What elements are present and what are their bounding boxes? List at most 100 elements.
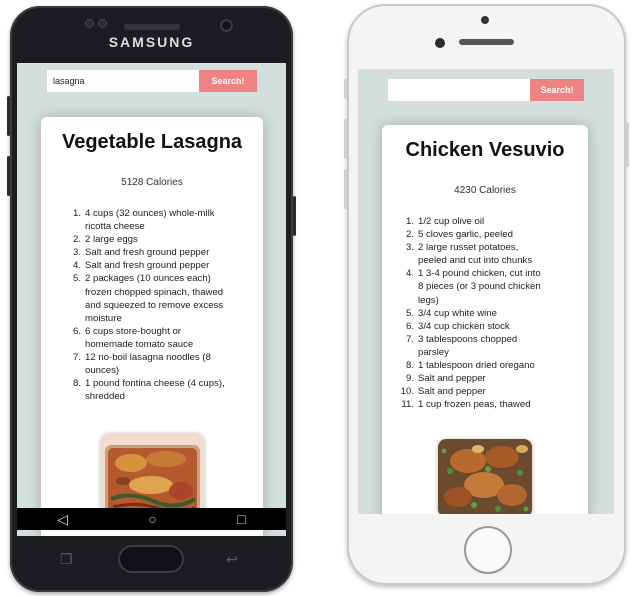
- ingredient-number: 4.: [72, 260, 81, 272]
- search-input[interactable]: [388, 79, 530, 101]
- samsung-phone: SAMSUNG Search! Vegetable Lasagna 5128 C…: [7, 6, 296, 592]
- iphone: Search! Chicken Vesuvio 4230 Calories 1.…: [344, 4, 629, 585]
- ingredient-text: 1/2 cup olive oil: [418, 216, 485, 227]
- search-bar: Search!: [47, 70, 257, 92]
- ingredient-item: 1. 1/2 cup olive oil: [390, 215, 546, 228]
- volume-button: [7, 156, 10, 196]
- ingredient-text: 1 3-4 pound chicken, cut into 8 pieces (…: [418, 268, 541, 306]
- ingredient-text: 4 cups (32 ounces) whole-milk ricotta ch…: [85, 208, 215, 233]
- ingredient-number: 4.: [405, 268, 414, 280]
- recipe-image: [438, 439, 532, 514]
- ingredient-number: 7.: [72, 352, 81, 364]
- recipe-card: Chicken Vesuvio 4230 Calories 1. 1/2 cup …: [382, 125, 588, 514]
- phone-screen: Search! Chicken Vesuvio 4230 Calories 1.…: [358, 69, 614, 514]
- ingredient-number: 11.: [401, 399, 414, 411]
- ingredient-number: 6.: [72, 325, 81, 337]
- ingredient-number: 8.: [72, 378, 81, 390]
- brand-logo: SAMSUNG: [108, 34, 195, 50]
- ingredient-item: 7. 3 tablespoons chopped parsley: [390, 333, 546, 359]
- front-camera: [435, 38, 445, 48]
- ingredient-text: Salt and pepper: [418, 373, 486, 385]
- ingredient-item: 6. 6 cups store-bought or homemade tomato…: [57, 325, 227, 351]
- chicken-vesuvio-image: [438, 439, 532, 514]
- search-button[interactable]: Search!: [199, 70, 257, 92]
- earpiece-speaker: [124, 24, 180, 30]
- ingredient-item: 6. 3/4 cup chicken stock: [390, 320, 546, 333]
- recent-apps-softkey-icon: ❐: [60, 551, 73, 567]
- recents-icon[interactable]: □: [237, 511, 245, 527]
- ingredient-list: 1. 4 cups (32 ounces) whole-milk ricotta …: [41, 207, 227, 403]
- ingredient-item: 5. 2 packages (10 ounces each) frozen cho…: [57, 272, 227, 324]
- ingredient-text: 6 cups store-bought or homemade tomato s…: [85, 325, 194, 350]
- ingredient-text: 3/4 cup chicken stock: [418, 320, 510, 332]
- back-softkey-icon: ↩: [226, 551, 238, 567]
- ingredient-item: 3. 2 large russet potatoes, peeled and cu…: [390, 241, 546, 267]
- ingredient-item: 2. 2 large eggs: [57, 233, 227, 246]
- proximity-sensor: [481, 16, 489, 24]
- ingredient-number: 7.: [405, 333, 414, 345]
- phone-screen: Search! Vegetable Lasagna 5128 Calories …: [17, 63, 286, 536]
- calories-label: 4230 Calories: [454, 185, 516, 196]
- ingredient-number: 8.: [405, 360, 414, 372]
- search-button[interactable]: Search!: [530, 79, 584, 101]
- ingredient-text: 5 cloves garlic, peeled: [418, 229, 513, 241]
- ingredient-text: 3 tablespoons chopped parsley: [418, 333, 518, 358]
- ingredient-number: 2.: [405, 229, 414, 241]
- mute-switch: [344, 79, 347, 99]
- ingredient-item: 10. Salt and pepper: [390, 385, 546, 398]
- ingredient-number: 1.: [72, 208, 81, 219]
- ingredient-item: 7. 12 no-boil lasagna noodles (8 ounces): [57, 351, 227, 377]
- power-button: [293, 196, 296, 236]
- ingredient-item: 5. 3/4 cup white wine: [390, 307, 546, 320]
- proximity-sensor: [85, 19, 94, 28]
- ingredient-text: 2 large russet potatoes, peeled and cut …: [418, 242, 533, 267]
- ingredient-text: 1 tablespoon dried oregano: [418, 360, 535, 372]
- ingredient-number: 3.: [405, 242, 414, 254]
- power-button: [626, 122, 629, 167]
- ingredient-text: 12 no-boil lasagna noodles (8 ounces): [85, 352, 211, 377]
- ingredient-list: 1. 1/2 cup olive oil 2. 5 cloves garlic, pe…: [382, 215, 546, 411]
- ingredient-item: 4. Salt and fresh ground pepper: [57, 259, 227, 272]
- back-icon[interactable]: ◁: [57, 511, 68, 528]
- ingredient-item: 1. 4 cups (32 ounces) whole-milk ricotta …: [57, 207, 227, 233]
- recipe-title: Vegetable Lasagna: [61, 131, 243, 153]
- ingredient-item: 2. 5 cloves garlic, peeled: [390, 228, 546, 241]
- ingredient-text: 1 cup frozen peas, thawed: [418, 399, 531, 411]
- ingredient-number: 6.: [405, 320, 414, 332]
- search-input[interactable]: [47, 70, 199, 92]
- ingredient-text: 1 pound fontina cheese (4 cups), shredde…: [85, 378, 225, 403]
- ingredient-text: Salt and pepper: [418, 386, 486, 398]
- recipe-card: Vegetable Lasagna 5128 Calories 1. 4 cups…: [41, 117, 263, 536]
- earpiece-speaker: [459, 39, 514, 45]
- search-bar: Search!: [388, 79, 584, 101]
- ingredient-item: 3. Salt and fresh ground pepper: [57, 246, 227, 259]
- ingredient-text: Salt and fresh ground pepper: [85, 260, 210, 272]
- home-button[interactable]: [464, 526, 512, 574]
- android-nav-bar: ◁ ○ □: [17, 508, 286, 530]
- ingredient-item: 4. 1 3-4 pound chicken, cut into 8 pieces…: [390, 267, 546, 306]
- ingredient-text: 2 packages (10 ounces each) frozen chopp…: [85, 273, 224, 324]
- recipe-title: Chicken Vesuvio: [405, 139, 565, 161]
- ingredient-item: 8. 1 pound fontina cheese (4 cups), shred…: [57, 377, 227, 403]
- volume-button: [7, 96, 10, 136]
- ingredient-text: 3/4 cup white wine: [418, 307, 497, 319]
- calories-label: 5128 Calories: [121, 177, 183, 188]
- light-sensor: [98, 19, 107, 28]
- ingredient-item: 8. 1 tablespoon dried oregano: [390, 359, 546, 372]
- ingredient-item: 9. Salt and pepper: [390, 372, 546, 385]
- ingredient-item: 11. 1 cup frozen peas, thawed: [390, 398, 546, 411]
- ingredient-number: 2.: [72, 234, 81, 246]
- front-camera: [220, 19, 233, 32]
- ingredient-text: 2 large eggs: [85, 234, 138, 246]
- home-icon[interactable]: ○: [148, 511, 156, 527]
- ingredient-number: 5.: [405, 307, 414, 319]
- volume-button: [344, 169, 347, 209]
- ingredient-number: 9.: [405, 373, 414, 385]
- ingredient-number: 5.: [72, 273, 81, 285]
- home-button[interactable]: [118, 545, 184, 573]
- ingredient-number: 10.: [400, 386, 414, 398]
- ingredient-number: 1.: [405, 216, 414, 227]
- volume-button: [344, 119, 347, 159]
- ingredient-number: 3.: [72, 247, 81, 259]
- ingredient-text: Salt and fresh ground pepper: [85, 247, 210, 259]
